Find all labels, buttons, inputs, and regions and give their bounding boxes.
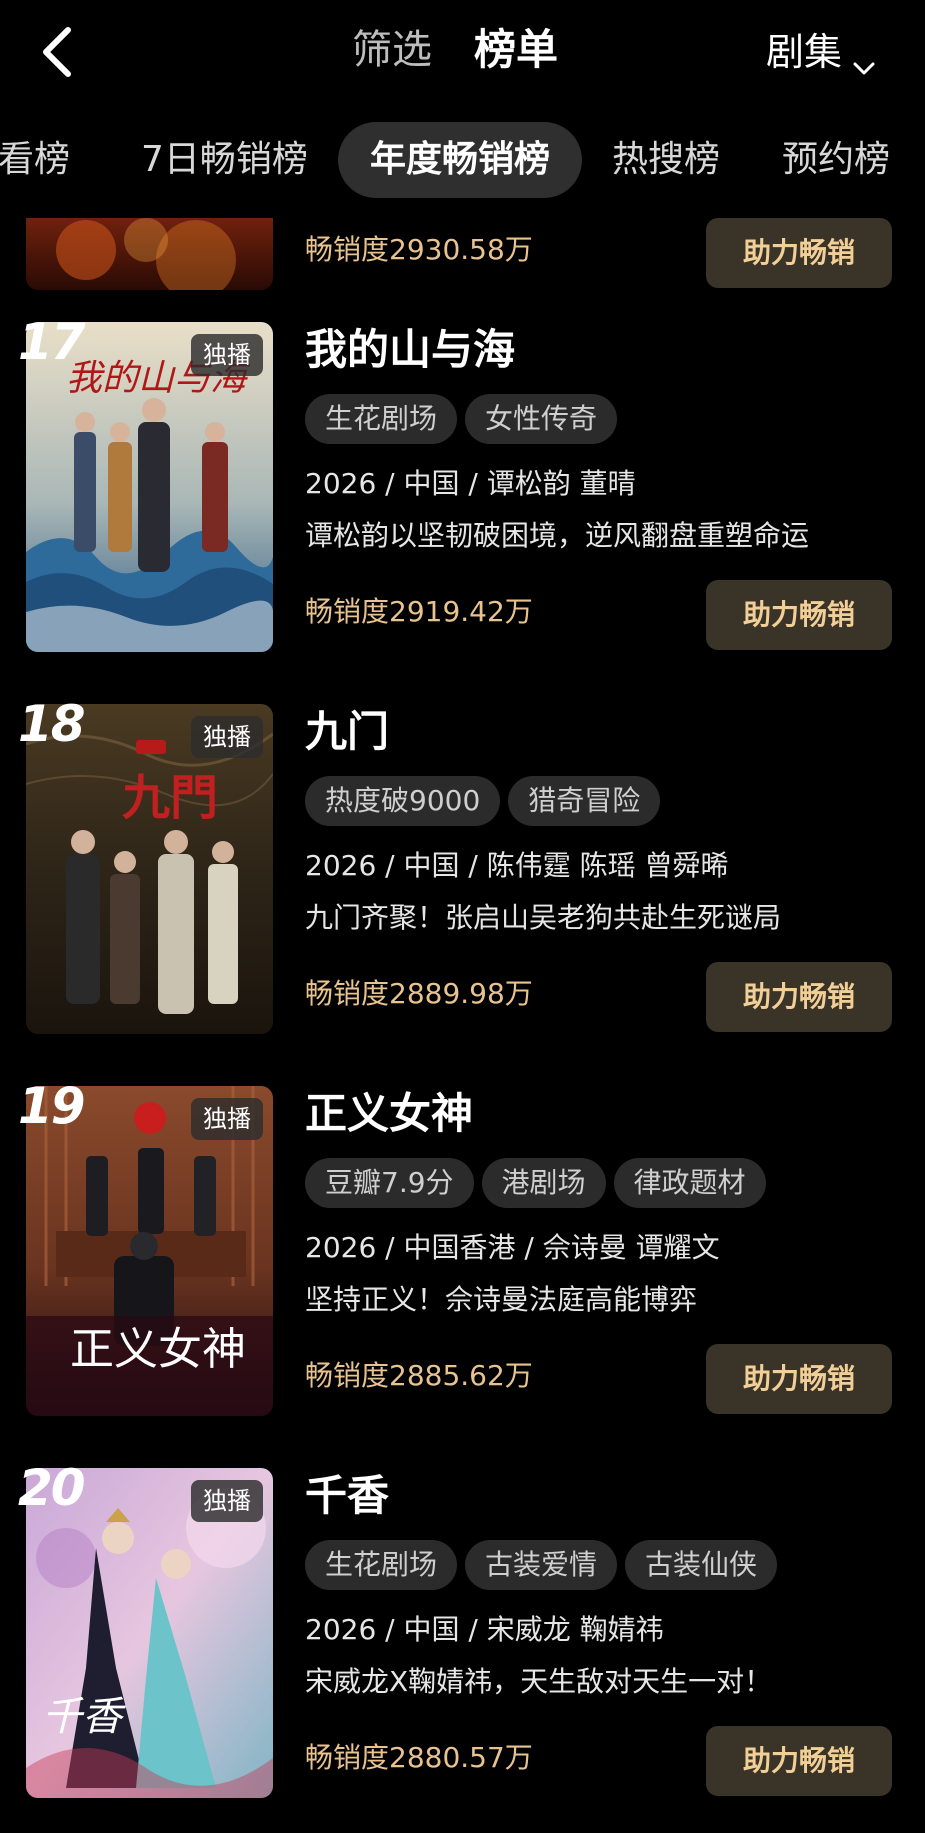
boost-sales-button[interactable]: 助力畅销 <box>706 580 892 650</box>
tab-rank-reservation[interactable]: 预约榜 <box>782 122 890 198</box>
item-meta: 2026 / 中国 / 宋威龙 鞠婧祎 <box>305 1613 664 1646</box>
sales-value: 畅销度2889.98万 <box>305 977 533 1010</box>
boost-sales-button[interactable]: 助力畅销 <box>706 1726 892 1796</box>
exclusive-badge: 独播 <box>191 1480 263 1522</box>
tag[interactable]: 豆瓣7.9分 <box>305 1158 474 1208</box>
item-description: 谭松韵以坚韧破困境，逆风翻盘重塑命运 <box>305 519 810 552</box>
list-item[interactable]: 我的山与海 独播 17 我的山与海 生花剧场 女性传奇 2026 / 中国 / 谭… <box>0 313 925 662</box>
tag[interactable]: 热度破9000 <box>305 776 501 826</box>
poster-title-text: 九門 <box>122 770 218 826</box>
tag[interactable]: 生花剧场 <box>305 394 458 444</box>
tab-rank-0[interactable]: 小看榜 <box>0 122 70 198</box>
content-type-label: 剧集 <box>766 30 843 74</box>
back-button[interactable] <box>34 24 80 80</box>
item-description: 九门齐聚！张启山吴老狗共赴生死谜局 <box>305 901 782 934</box>
item-title[interactable]: 我的山与海 <box>305 324 515 376</box>
content-type-dropdown[interactable]: 剧集 <box>766 24 876 80</box>
tab-filter[interactable]: 筛选 <box>352 22 432 78</box>
item-title[interactable]: 千香 <box>305 1470 389 1522</box>
tag[interactable]: 生花剧场 <box>305 1540 458 1590</box>
tag[interactable]: 猎奇冒险 <box>508 776 661 826</box>
sales-value: 畅销度2919.42万 <box>305 595 533 628</box>
tag[interactable]: 女性传奇 <box>465 394 618 444</box>
tag-list: 豆瓣7.9分 港剧场 律政题材 <box>305 1158 774 1208</box>
tag[interactable]: 港剧场 <box>481 1158 606 1208</box>
boost-sales-button[interactable]: 助力畅销 <box>706 218 892 288</box>
exclusive-badge: 独播 <box>191 1098 263 1140</box>
sales-value: 畅销度2885.62万 <box>305 1359 533 1392</box>
tab-rank-hot-search[interactable]: 热搜榜 <box>612 122 720 198</box>
rank-number: 18 <box>18 695 86 753</box>
tag[interactable]: 古装仙侠 <box>625 1540 778 1590</box>
sales-value: 畅销度2930.58万 <box>305 233 533 266</box>
item-meta: 2026 / 中国 / 谭松韵 董晴 <box>305 467 636 500</box>
item-description: 宋威龙X鞠婧祎，天生敌对天生一对！ <box>305 1665 773 1698</box>
exclusive-badge: 独播 <box>191 334 263 376</box>
poster-image[interactable] <box>26 218 273 290</box>
tab-ranking[interactable]: 榜单 <box>474 22 558 78</box>
item-meta: 2026 / 中国 / 陈伟霆 陈瑶 曾舜晞 <box>305 849 729 882</box>
boost-sales-button[interactable]: 助力畅销 <box>706 962 892 1032</box>
ranking-tabs: 小看榜 7日畅销榜 年度畅销榜 热搜榜 预约榜 <box>0 122 925 198</box>
poster-title-text: 千香 <box>42 1694 126 1740</box>
tab-rank-annual[interactable]: 年度畅销榜 <box>338 122 583 198</box>
boost-sales-button[interactable]: 助力畅销 <box>706 1344 892 1414</box>
exclusive-badge: 独播 <box>191 716 263 758</box>
item-title[interactable]: 九门 <box>305 706 389 758</box>
chevron-down-icon <box>852 40 876 74</box>
item-description: 坚持正义！佘诗曼法庭高能博弈 <box>305 1283 698 1316</box>
tab-rank-7day[interactable]: 7日畅销榜 <box>141 122 308 198</box>
ranking-list: 畅销度2930.58万 助力畅销 我的山与海 独播 17 我的山与海 生花剧场 … <box>0 218 925 1833</box>
list-item[interactable]: 千香 独播 20 千香 生花剧场 古装爱情 古装仙侠 2026 / 中国 / 宋威龙… <box>0 1459 925 1808</box>
tag-list: 生花剧场 女性传奇 <box>305 394 625 444</box>
rank-number: 19 <box>18 1077 86 1135</box>
rank-number: 17 <box>18 313 86 371</box>
item-meta: 2026 / 中国香港 / 佘诗曼 谭耀文 <box>305 1231 720 1264</box>
poster-title-text: 正义女神 <box>70 1324 246 1375</box>
tag[interactable]: 律政题材 <box>613 1158 766 1208</box>
sales-value: 畅销度2880.57万 <box>305 1741 533 1774</box>
item-title[interactable]: 正义女神 <box>305 1088 473 1140</box>
tag-list: 热度破9000 猎奇冒险 <box>305 776 668 826</box>
list-item[interactable]: 九門 独播 18 九门 热度破9000 猎奇冒险 2026 / 中国 / 陈伟霆 … <box>0 695 925 1044</box>
chevron-left-icon <box>43 27 71 77</box>
list-item[interactable]: 正义女神 独播 19 正义女神 豆瓣7.9分 港剧场 律政题材 2026 / 中国香… <box>0 1077 925 1426</box>
list-item[interactable]: 畅销度2930.58万 助力畅销 <box>0 218 925 300</box>
top-bar: 筛选 榜单 剧集 <box>0 0 925 104</box>
tag-list: 生花剧场 古装爱情 古装仙侠 <box>305 1540 785 1590</box>
tag[interactable]: 古装爱情 <box>465 1540 618 1590</box>
rank-number: 20 <box>18 1459 86 1517</box>
